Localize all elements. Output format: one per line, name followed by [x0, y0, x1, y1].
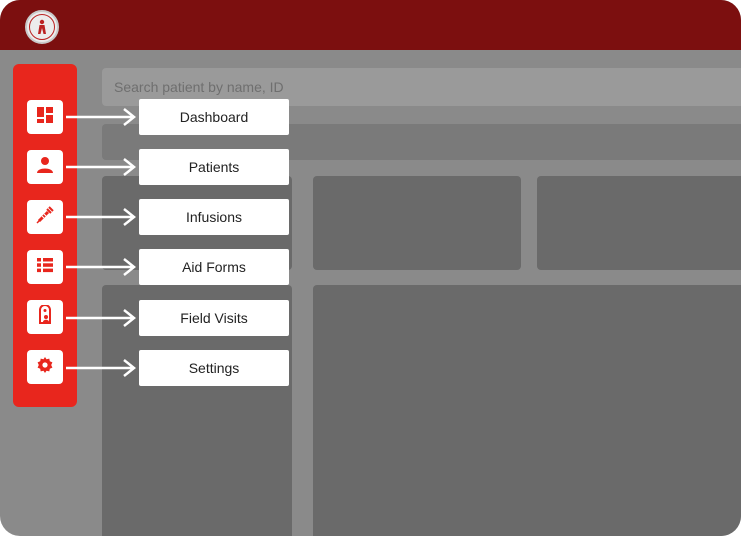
content-card: [313, 176, 521, 270]
arrow-right-icon: [66, 108, 137, 126]
person-icon: [36, 156, 54, 179]
callout-patients: Patients: [139, 149, 289, 185]
sidebar-item-infusions[interactable]: [27, 200, 63, 234]
arrow-right-icon: [66, 208, 137, 226]
sidebar-item-field-visits[interactable]: [27, 300, 63, 334]
logo-emblem-icon: [29, 14, 55, 40]
arrow-right-icon: [66, 258, 137, 276]
callout-aid-forms: Aid Forms: [139, 249, 289, 285]
top-bar: [0, 0, 741, 50]
organization-logo[interactable]: [25, 10, 59, 44]
search-placeholder: Search patient by name, ID: [114, 79, 284, 95]
arrow-right-icon: [66, 158, 137, 176]
sidebar-item-patients[interactable]: [27, 150, 63, 184]
content-card: [537, 176, 741, 270]
sidebar-item-settings[interactable]: [27, 350, 63, 384]
callout-dashboard: Dashboard: [139, 99, 289, 135]
app-window: Search patient by name, ID Dashboard Pat…: [0, 0, 741, 536]
dashboard-icon: [36, 106, 54, 129]
content-panel: [313, 285, 741, 536]
syringe-icon: [36, 205, 54, 229]
callout-infusions: Infusions: [139, 199, 289, 235]
sidebar-item-aid-forms[interactable]: [27, 250, 63, 284]
arrow-right-icon: [66, 309, 137, 327]
list-icon: [36, 256, 54, 279]
callout-field-visits: Field Visits: [139, 300, 289, 336]
gear-icon: [36, 356, 54, 379]
sidebar-item-dashboard[interactable]: [27, 100, 63, 134]
arrow-right-icon: [66, 359, 137, 377]
visit-tag-icon: [36, 303, 54, 330]
callout-settings: Settings: [139, 350, 289, 386]
